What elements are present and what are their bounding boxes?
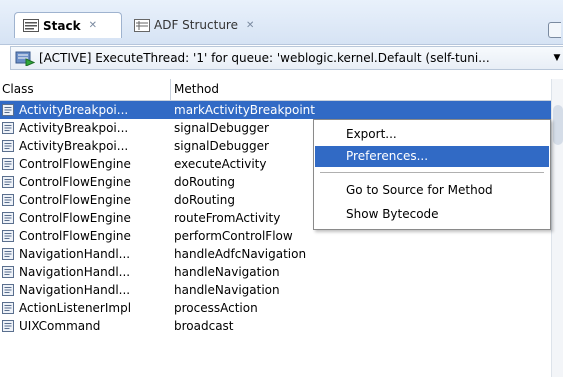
cell-method: broadcast [174,319,234,333]
tab-label: ADF Structure [154,18,238,32]
stack-frame-icon [2,140,14,152]
menu-item-label: Show Bytecode [346,207,439,221]
stack-icon [23,19,39,32]
cell-class: ActivityBreakpoi... [19,139,129,153]
cell-method: processAction [174,301,258,315]
tab-bar: Stack ✕ ADF Structure ✕ [0,0,563,45]
table-header: Class Method [0,79,551,101]
cell-class: NavigationHandl... [19,265,131,279]
thread-selector-value: [ACTIVE] ExecuteThread: '1' for queue: '… [39,51,490,65]
tab-adf-structure[interactable]: ADF Structure ✕ [126,12,276,38]
close-icon[interactable]: ✕ [89,20,97,31]
menu-item-go-to-source[interactable]: Go to Source for Method [315,180,549,201]
table-row[interactable]: UIXCommand broadcast [0,317,551,335]
cell-method: handleNavigation [174,283,280,297]
cell-class: ActivityBreakpoi... [19,121,129,135]
close-icon[interactable]: ✕ [246,20,254,31]
context-menu: Export... Preferences... Go to Source fo… [313,119,551,230]
cell-class: NavigationHandl... [19,283,131,297]
stack-frame-icon [2,122,14,134]
menu-item-label: Export... [346,127,397,141]
cell-method: handleAdfcNavigation [174,247,307,261]
table-row[interactable]: NavigationHandl... handleAdfcNavigation [0,245,551,263]
stack-frame-icon [2,248,14,260]
cell-class: ActionListenerImpl [19,301,132,315]
table-row[interactable]: ActivityBreakpoi... markActivityBreakpoin… [0,101,551,119]
cell-class: ControlFlowEngine [19,211,131,225]
cell-class: ControlFlowEngine [19,157,131,171]
tab-label: Stack [43,18,81,33]
cell-class: ControlFlowEngine [19,229,131,243]
thread-icon [15,50,36,67]
stack-frame-icon [2,176,14,188]
cell-class: ControlFlowEngine [19,175,131,189]
cell-class: NavigationHandl... [19,247,131,261]
table-row[interactable]: NavigationHandl... handleNavigation [0,263,551,281]
adf-structure-icon [134,18,150,32]
cell-method: performControlFlow [174,229,293,243]
cell-class: ActivityBreakpoi... [19,103,129,117]
stack-frame-icon [2,230,14,242]
tab-stack[interactable]: Stack ✕ [14,12,122,38]
cell-method: markActivityBreakpoint [174,103,315,117]
cell-class: UIXCommand [19,319,101,333]
menu-item-label: Preferences... [346,149,429,163]
column-header-method[interactable]: Method [174,79,554,100]
chevron-down-icon[interactable]: ▼ [551,53,563,63]
stack-frame-icon [2,194,14,206]
stack-frame-icon [2,266,14,278]
scrollbar-thumb[interactable] [553,105,563,145]
stack-frame-icon [2,284,14,296]
stack-frame-icon [2,320,14,332]
thread-selector[interactable]: [ACTIVE] ExecuteThread: '1' for queue: '… [10,46,563,70]
stack-frame-icon [2,104,14,116]
table-row[interactable]: ActionListenerImpl processAction [0,299,551,317]
table-row[interactable]: NavigationHandl... handleNavigation [0,281,551,299]
menu-separator [320,172,544,173]
stack-frame-icon [2,302,14,314]
menu-item-label: Go to Source for Method [346,183,493,197]
cell-class: ControlFlowEngine [19,193,131,207]
column-header-class[interactable]: Class [2,79,171,100]
stack-frame-icon [2,212,14,224]
stack-frame-icon [2,158,14,170]
menu-item-show-bytecode[interactable]: Show Bytecode [315,204,549,225]
menu-item-preferences[interactable]: Preferences... [315,146,549,167]
vertical-scrollbar[interactable] [551,79,563,377]
cell-method: handleNavigation [174,265,280,279]
minimize-button[interactable] [548,22,561,38]
menu-item-export[interactable]: Export... [315,124,549,145]
